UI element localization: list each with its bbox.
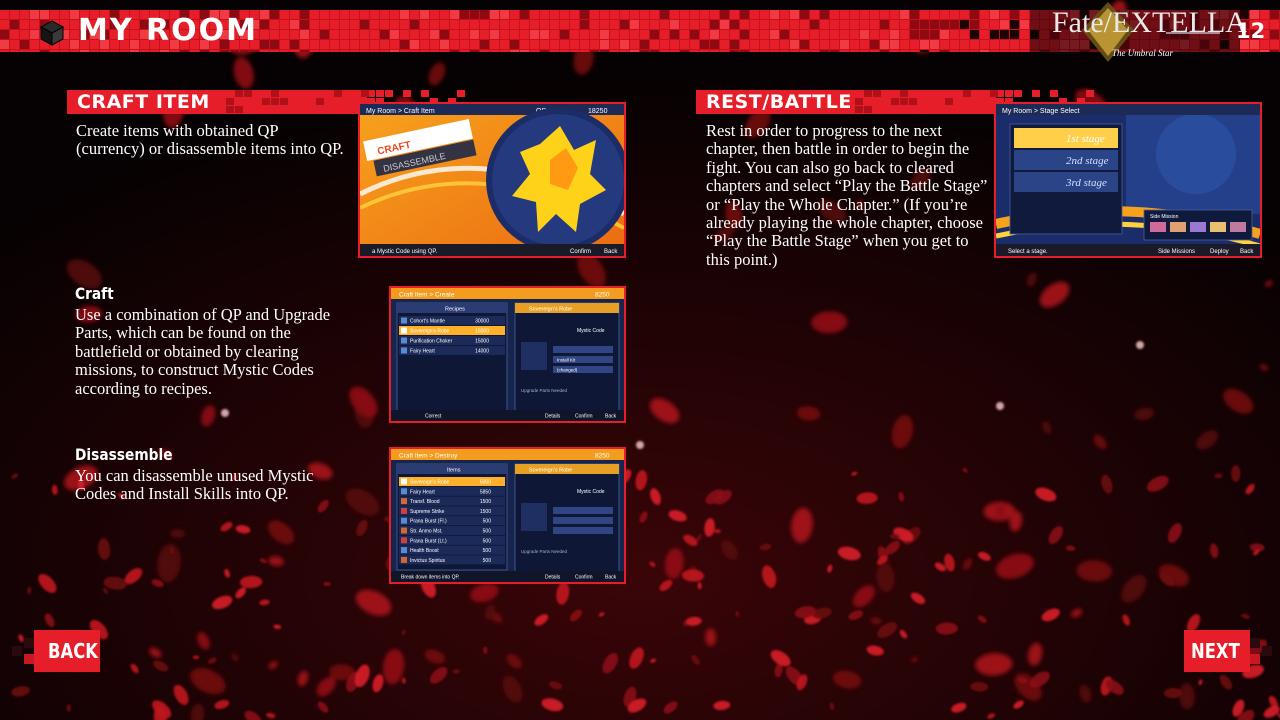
item-icon [401, 556, 407, 563]
item-cost: 500 [483, 538, 492, 544]
logo-title: Fate/EXTELLA [1052, 6, 1247, 39]
game-logo: Fate/EXTELLA The Umbral Star [1048, 0, 1247, 66]
svg-text:Back: Back [605, 575, 617, 581]
item-cost: 5850 [480, 489, 491, 495]
svg-text:Side Mission: Side Mission [1150, 214, 1179, 220]
back-label: BACK [48, 639, 98, 663]
recipe-name: Purification Choker [410, 339, 453, 345]
recipe-cost: 15000 [475, 329, 489, 335]
recipe-icon [401, 327, 407, 334]
page-number: 12 [1236, 19, 1266, 43]
svg-text:Craft Item > Create: Craft Item > Create [399, 292, 455, 299]
svg-text:Details: Details [545, 414, 561, 420]
disassemble-description: You can disassemble unused Mystic Codes … [75, 466, 314, 504]
svg-text:8250: 8250 [595, 292, 610, 299]
item-name: Fairy Heart [410, 489, 435, 495]
svg-text:Side Missions: Side Missions [1158, 249, 1195, 255]
svg-text:Confirm: Confirm [575, 575, 593, 581]
rest-battle-screenshot: My Room > Stage Select 1st stage 2nd sta… [994, 102, 1262, 258]
page-header: MY ROOM Fate/EXTELLA The Umbral Star 12 [0, 0, 1280, 62]
svg-text:Upgrade Parts Needed: Upgrade Parts Needed [521, 549, 568, 554]
recipe-name: Sovereign's Robe [410, 329, 450, 335]
logo-subtitle: The Umbral Star [1112, 48, 1174, 58]
craft-screenshot: Craft Item > Create 8250 Recipes Cohort'… [389, 286, 626, 423]
item-name: Supreme Strike [410, 509, 445, 515]
item-cost: 1500 [480, 499, 491, 505]
section-title: REST/BATTLE [706, 91, 852, 113]
item-name: Sovereign's Robe [410, 480, 450, 486]
recipe-name: Cohort's Mantle [410, 319, 445, 325]
svg-text:Sovereign's Robe: Sovereign's Robe [529, 307, 572, 313]
svg-text:1st stage: 1st stage [1066, 133, 1105, 145]
svg-text:Items: Items [447, 468, 461, 474]
item-name: Health Boost [410, 548, 439, 554]
svg-text:Back: Back [604, 249, 618, 255]
recipe-cost: 14000 [475, 349, 489, 355]
craft-item-screenshot: My Room > Craft Item QP 18250 CRAFT DISA… [358, 102, 626, 258]
svg-text:Correct: Correct [425, 414, 442, 420]
svg-text:Back: Back [1240, 249, 1254, 255]
item-cost: 5000 [480, 480, 491, 486]
svg-text:8250: 8250 [595, 453, 610, 460]
item-icon [401, 517, 407, 524]
item-icon [401, 527, 407, 534]
item-cost: 500 [483, 558, 492, 564]
svg-text:Select a stage.: Select a stage. [1008, 249, 1048, 255]
item-icon [401, 478, 407, 485]
item-name: Transf. Blood [410, 499, 440, 505]
recipe-icon [401, 347, 407, 354]
svg-text:Install Kit: Install Kit [557, 358, 576, 363]
svg-text:Confirm: Confirm [575, 414, 593, 420]
disassemble-heading: Disassemble [75, 445, 173, 464]
item-name: Prana Burst (Fl.) [410, 519, 447, 525]
item-cost: 500 [483, 519, 492, 525]
item-icon [401, 488, 407, 495]
svg-text:Craft Item > Destroy: Craft Item > Destroy [399, 453, 458, 460]
page-title: MY ROOM [78, 13, 258, 48]
craft-description: Use a combination of QP and Upgrade Part… [75, 305, 331, 398]
craft-heading: Craft [75, 284, 114, 303]
craft-item-description: Create items with obtained QP (currency)… [76, 121, 344, 159]
svg-text:(changed): (changed) [557, 368, 578, 373]
item-name: Invictus Spiritus [410, 558, 446, 564]
next-label: NEXT [1191, 639, 1240, 663]
svg-text:Confirm: Confirm [570, 249, 591, 255]
svg-text:18250: 18250 [588, 108, 608, 115]
cube-icon [40, 20, 64, 46]
section-title: CRAFT ITEM [77, 91, 210, 113]
svg-text:Deploy: Deploy [1210, 249, 1229, 255]
item-name: Str. Anmo Mst. [410, 529, 443, 535]
svg-text:Back: Back [605, 414, 617, 420]
svg-text:a Mystic Code using QP.: a Mystic Code using QP. [372, 249, 438, 255]
recipe-name: Fairy Heart [410, 349, 435, 355]
svg-text:Break down items into QP.: Break down items into QP. [401, 575, 460, 581]
item-cost: 1500 [480, 509, 491, 515]
shot-breadcrumb: My Room > Craft Item [366, 108, 435, 115]
rest-battle-description: Rest in order to progress to the next ch… [706, 121, 988, 269]
item-icon [401, 547, 407, 554]
recipe-cost: 30000 [475, 319, 489, 325]
item-icon [401, 498, 407, 505]
recipe-icon [401, 317, 407, 324]
svg-text:Mystic Code: Mystic Code [577, 489, 605, 495]
disassemble-screenshot: Craft Item > Destroy 8250 Items Sovereig… [389, 447, 626, 584]
svg-text:Details: Details [545, 575, 561, 581]
svg-text:Sovereign's Robe: Sovereign's Robe [529, 468, 572, 474]
back-button[interactable]: BACK [10, 630, 100, 674]
svg-text:3rd stage: 3rd stage [1065, 177, 1107, 189]
svg-text:Recipes: Recipes [445, 307, 465, 313]
item-cost: 500 [483, 548, 492, 554]
svg-text:My Room > Stage Select: My Room > Stage Select [1002, 108, 1080, 115]
item-name: Prana Burst (Lt.) [410, 538, 447, 544]
next-button[interactable]: NEXT [1184, 630, 1274, 674]
svg-text:Upgrade Parts Needed: Upgrade Parts Needed [521, 388, 568, 393]
recipe-icon [401, 337, 407, 344]
svg-text:2nd stage: 2nd stage [1066, 155, 1109, 167]
item-icon [401, 507, 407, 514]
item-cost: 500 [483, 529, 492, 535]
item-icon [401, 537, 407, 544]
svg-text:Mystic Code: Mystic Code [577, 328, 605, 334]
recipe-cost: 15000 [475, 339, 489, 345]
